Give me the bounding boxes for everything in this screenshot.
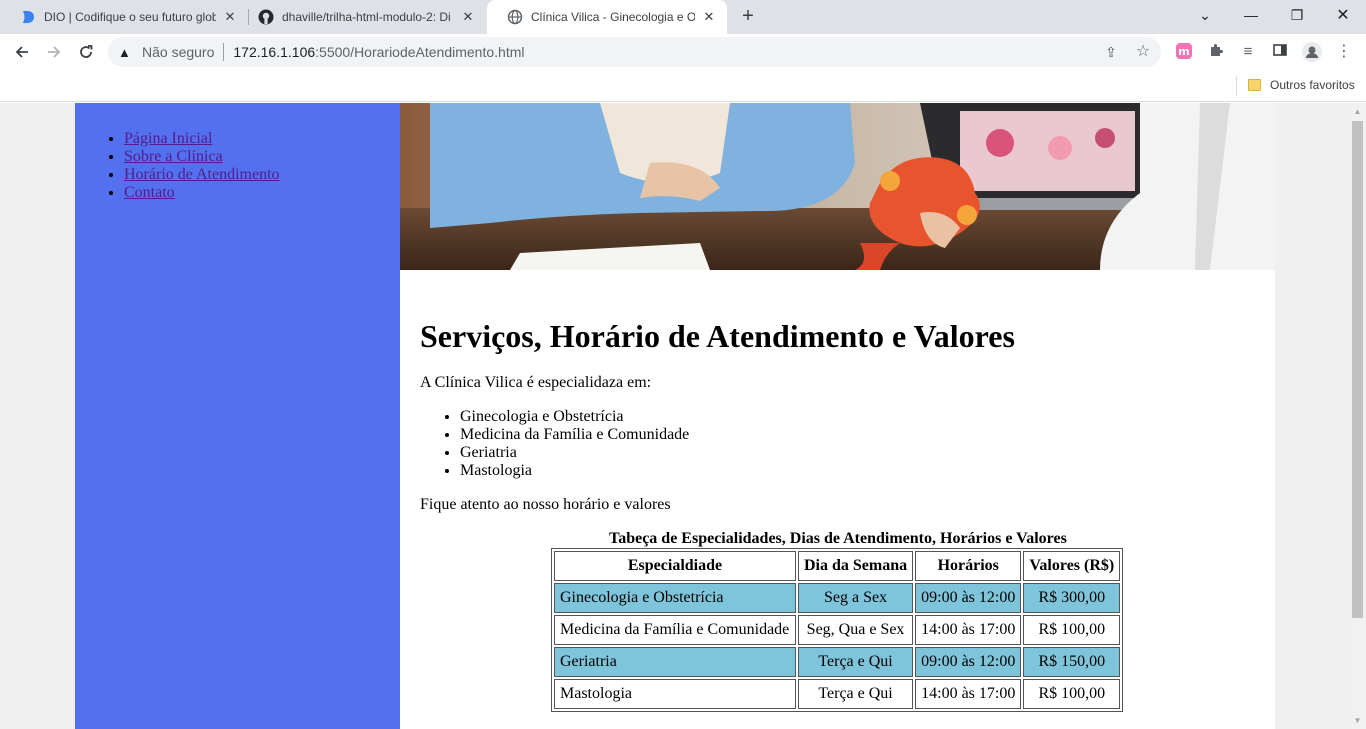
- url-text: 172.16.1.106:5500/HorariodeAtendimento.h…: [233, 44, 524, 60]
- cell-specialty: Medicina da Família e Comunidade: [554, 615, 796, 645]
- page-scrollbar[interactable]: ▲ ▼: [1349, 103, 1366, 729]
- bookmarks-divider: [1236, 76, 1237, 96]
- notice-text: Fique atento ao nosso horário e valores: [420, 496, 671, 513]
- browser-toolbar: ▲ Não seguro 172.16.1.106:5500/Horariode…: [0, 34, 1366, 70]
- svg-text:m: m: [1178, 45, 1189, 58]
- close-tab-icon[interactable]: ✕: [460, 9, 476, 25]
- cell-weekday: Seg a Sex: [798, 583, 914, 613]
- github-icon: [258, 9, 274, 25]
- nav-item: Sobre a Clínica: [124, 148, 280, 166]
- table-caption: Tabeça de Especialidades, Dias de Atendi…: [609, 530, 1067, 547]
- cell-weekday: Terça e Qui: [798, 679, 914, 709]
- cell-weekday: Terça e Qui: [798, 647, 914, 677]
- extensions-puzzle-icon[interactable]: [1206, 42, 1226, 62]
- nav-item: Horário de Atendimento: [124, 166, 280, 184]
- intro-text: A Clínica Vilica é especialidaza em:: [420, 374, 652, 391]
- header-price: Valores (R$): [1023, 551, 1121, 581]
- nav-list: Página Inicial Sobre a Clínica Horário d…: [124, 130, 280, 202]
- nav-link-contato[interactable]: Contato: [124, 184, 175, 201]
- nav-item: Contato: [124, 184, 280, 202]
- cell-specialty: Mastologia: [554, 679, 796, 709]
- nav-link-pagina-inicial[interactable]: Página Inicial: [124, 130, 212, 147]
- other-favorites-label: Outros favoritos: [1270, 78, 1355, 92]
- dio-icon: [20, 9, 36, 25]
- table-row: Geriatria Terça e Qui 09:00 às 12:00 R$ …: [554, 647, 1121, 677]
- cell-weekday: Seg, Qua e Sex: [798, 615, 914, 645]
- cell-price: R$ 100,00: [1023, 679, 1121, 709]
- nav-link-horario[interactable]: Horário de Atendimento: [124, 166, 280, 183]
- nav-link-sobre[interactable]: Sobre a Clínica: [124, 148, 223, 165]
- header-weekday: Dia da Semana: [798, 551, 914, 581]
- tab-search-icon[interactable]: ⌄: [1182, 0, 1228, 30]
- cell-hours: 14:00 às 17:00: [915, 615, 1022, 645]
- other-favorites-folder[interactable]: Outros favoritos: [1248, 78, 1355, 92]
- site-container: Página Inicial Sobre a Clínica Horário d…: [75, 103, 1275, 729]
- restore-icon[interactable]: ❐: [1274, 0, 1320, 30]
- cell-specialty: Geriatria: [554, 647, 796, 677]
- folder-icon: [1248, 79, 1261, 91]
- cell-price: R$ 300,00: [1023, 583, 1121, 613]
- divider: [223, 43, 225, 61]
- share-icon[interactable]: ⇪: [1102, 43, 1120, 61]
- bookmark-star-icon[interactable]: ☆: [1134, 43, 1152, 61]
- table-header-row: Especialdiade Dia da Semana Horários Val…: [554, 551, 1121, 581]
- cell-hours: 09:00 às 12:00: [915, 583, 1022, 613]
- header-specialty: Especialdiade: [554, 551, 796, 581]
- cell-hours: 14:00 às 17:00: [915, 679, 1022, 709]
- url-host: 172.16.1.106: [233, 44, 316, 60]
- specialty-item: Geriatria: [460, 444, 689, 462]
- nav-item: Página Inicial: [124, 130, 280, 148]
- warning-icon: ▲: [118, 44, 131, 60]
- cell-price: R$ 150,00: [1023, 647, 1121, 677]
- table-row: Mastologia Terça e Qui 14:00 às 17:00 R$…: [554, 679, 1121, 709]
- globe-icon: [507, 9, 523, 25]
- close-window-icon[interactable]: ✕: [1320, 0, 1366, 30]
- side-panel-icon[interactable]: [1270, 42, 1290, 62]
- table-row: Ginecologia e Obstetrícia Seg a Sex 09:0…: [554, 583, 1121, 613]
- close-tab-icon[interactable]: ✕: [222, 9, 238, 25]
- cell-price: R$ 100,00: [1023, 615, 1121, 645]
- specialty-item: Medicina da Família e Comunidade: [460, 426, 689, 444]
- table-row: Medicina da Família e Comunidade Seg, Qu…: [554, 615, 1121, 645]
- extension-m-icon[interactable]: m: [1174, 42, 1194, 62]
- back-button[interactable]: [10, 40, 34, 64]
- schedule-table: Especialdiade Dia da Semana Horários Val…: [551, 548, 1124, 712]
- page-title: Serviços, Horário de Atendimento e Valor…: [420, 318, 1015, 354]
- scroll-thumb[interactable]: [1352, 121, 1363, 618]
- profile-avatar-icon[interactable]: [1302, 42, 1322, 62]
- cell-hours: 09:00 às 12:00: [915, 647, 1022, 677]
- minimize-icon[interactable]: —: [1228, 0, 1274, 30]
- tab-github[interactable]: dhaville/trilha-html-modulo-2: Di ✕: [238, 0, 486, 34]
- header-hours: Horários: [915, 551, 1022, 581]
- tab-title: dhaville/trilha-html-modulo-2: Di: [282, 10, 451, 24]
- reload-button[interactable]: [74, 40, 98, 64]
- scroll-up-arrow-icon[interactable]: ▲: [1349, 103, 1366, 120]
- menu-kebab-icon[interactable]: ⋮: [1334, 42, 1354, 62]
- security-label: Não seguro: [142, 44, 215, 60]
- tab-title: Clínica Vilica - Ginecologia e Obs: [531, 10, 695, 24]
- hero-image: [400, 103, 1275, 270]
- close-tab-icon[interactable]: ✕: [701, 9, 717, 25]
- bookmarks-bar: Outros favoritos: [0, 70, 1366, 102]
- tab-strip: DIO | Codifique o seu futuro glob ✕ dhav…: [0, 0, 1366, 34]
- tab-dio[interactable]: DIO | Codifique o seu futuro glob ✕: [0, 0, 248, 34]
- specialty-list: Ginecologia e Obstetrícia Medicina da Fa…: [460, 408, 689, 480]
- sidebar: Página Inicial Sobre a Clínica Horário d…: [75, 103, 400, 729]
- tab-clinica[interactable]: Clínica Vilica - Ginecologia e Obs ✕: [487, 0, 727, 34]
- specialty-item: Mastologia: [460, 462, 689, 480]
- tab-title: DIO | Codifique o seu futuro glob: [44, 10, 216, 24]
- url-path: :5500/HorariodeAtendimento.html: [315, 44, 525, 60]
- page-viewport: Página Inicial Sobre a Clínica Horário d…: [0, 103, 1349, 729]
- media-queue-icon[interactable]: ≡: [1238, 42, 1258, 62]
- specialty-item: Ginecologia e Obstetrícia: [460, 408, 689, 426]
- address-bar[interactable]: ▲ Não seguro 172.16.1.106:5500/Horariode…: [108, 37, 1161, 67]
- scroll-down-arrow-icon[interactable]: ▼: [1349, 712, 1366, 729]
- forward-button[interactable]: [42, 40, 66, 64]
- new-tab-button[interactable]: +: [736, 5, 760, 29]
- cell-specialty: Ginecologia e Obstetrícia: [554, 583, 796, 613]
